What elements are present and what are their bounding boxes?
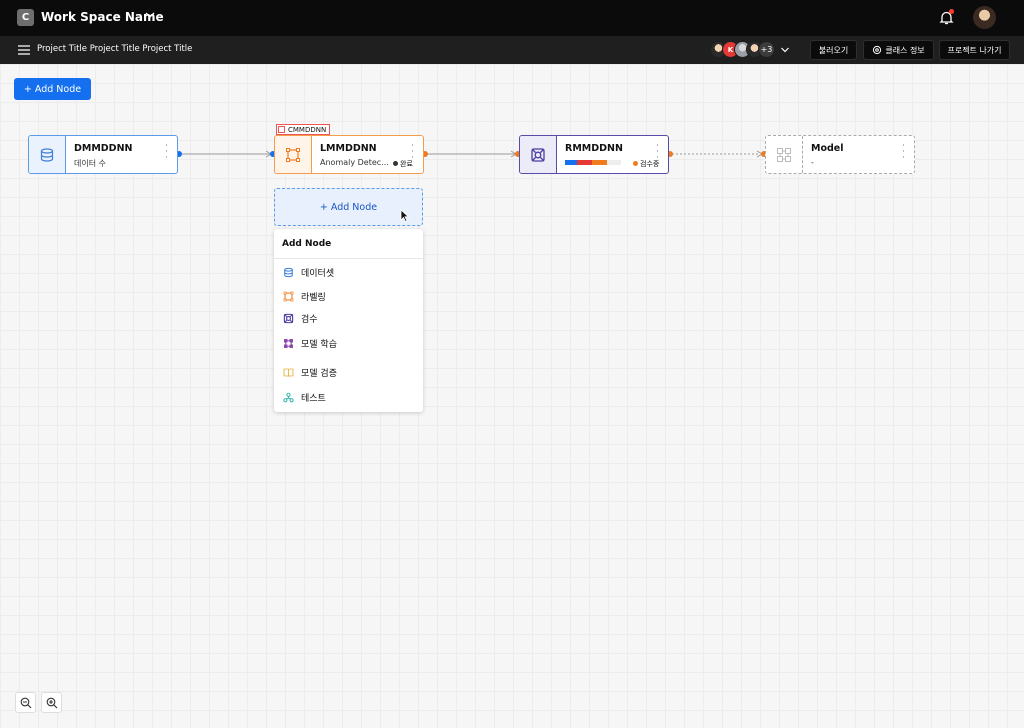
node-title: Model [811, 143, 844, 154]
menu-item-label: 모델 검증 [301, 368, 337, 379]
model-node-icon-box [766, 136, 803, 173]
node-title: RMMDDNN [565, 143, 623, 154]
mouse-cursor-icon [400, 209, 410, 222]
menu-item-model-training[interactable]: 모델 학습 [274, 333, 423, 353]
add-node-menu: Add Node 데이터셋 라벨링 검수 모델 학습 모델 검증 테스트 [274, 229, 423, 412]
divider [274, 258, 423, 259]
group-tag-label: CMMDDNN [288, 125, 327, 134]
review-icon [531, 147, 545, 162]
zoom-out-button[interactable] [15, 692, 36, 713]
menu-item-label: 라벨링 [301, 292, 326, 303]
zoom-in-button[interactable] [41, 692, 62, 713]
menu-item-label: 테스트 [301, 393, 326, 404]
labeling-node[interactable]: LMMDDNN Anomaly Detec... 완료 · · · [274, 135, 424, 174]
menu-item-review[interactable]: 검수 [274, 308, 423, 328]
dataset-node-icon-box [29, 136, 66, 173]
group-tag[interactable]: CMMDDNN [276, 124, 331, 135]
model-icon [777, 147, 791, 162]
review-icon [283, 313, 294, 323]
kebab-menu-icon[interactable]: · · · [411, 142, 414, 163]
menu-title: Add Node [282, 239, 332, 249]
add-node-slot-label: + Add Node [319, 201, 378, 213]
connectors [180, 150, 763, 158]
node-subtitle: Anomaly Detec... [320, 158, 389, 167]
kebab-menu-icon[interactable]: · · · [902, 142, 905, 163]
group-icon [278, 126, 285, 133]
zoom-in-icon [46, 697, 57, 708]
status-dot [393, 161, 398, 166]
model-node[interactable]: Model - · · · [765, 135, 915, 174]
menu-item-dataset[interactable]: 데이터셋 [274, 262, 423, 282]
review-node-icon-box [520, 136, 557, 173]
node-subtitle: - [811, 158, 814, 167]
menu-item-test[interactable]: 테스트 [274, 387, 423, 407]
labeling-icon [286, 147, 300, 162]
book-icon [283, 368, 294, 377]
zoom-out-icon [20, 697, 31, 708]
menu-item-label: 데이터셋 [301, 268, 335, 279]
review-node[interactable]: RMMDDNN 검수중 · · · [519, 135, 669, 174]
labeling-icon [283, 291, 294, 301]
kebab-menu-icon[interactable]: · · · [165, 142, 168, 163]
status-dot [633, 161, 638, 166]
labeling-node-icon-box [275, 136, 312, 173]
progress-bar [565, 160, 621, 165]
kebab-menu-icon[interactable]: · · · [656, 142, 659, 163]
menu-item-label: 검수 [301, 314, 318, 325]
dataset-node[interactable]: DMMDDNN 데이터 수 · · · [28, 135, 178, 174]
database-icon [284, 267, 293, 277]
menu-item-labeling[interactable]: 라벨링 [274, 286, 423, 306]
node-title: LMMDDNN [320, 143, 377, 154]
node-subtitle: 데이터 수 [74, 159, 106, 168]
flask-icon [283, 392, 294, 402]
node-title: DMMDDNN [74, 143, 133, 154]
menu-item-label: 모델 학습 [301, 339, 337, 350]
model-training-icon [284, 338, 293, 348]
database-icon [40, 147, 54, 162]
menu-item-model-validation[interactable]: 모델 검증 [274, 362, 423, 382]
